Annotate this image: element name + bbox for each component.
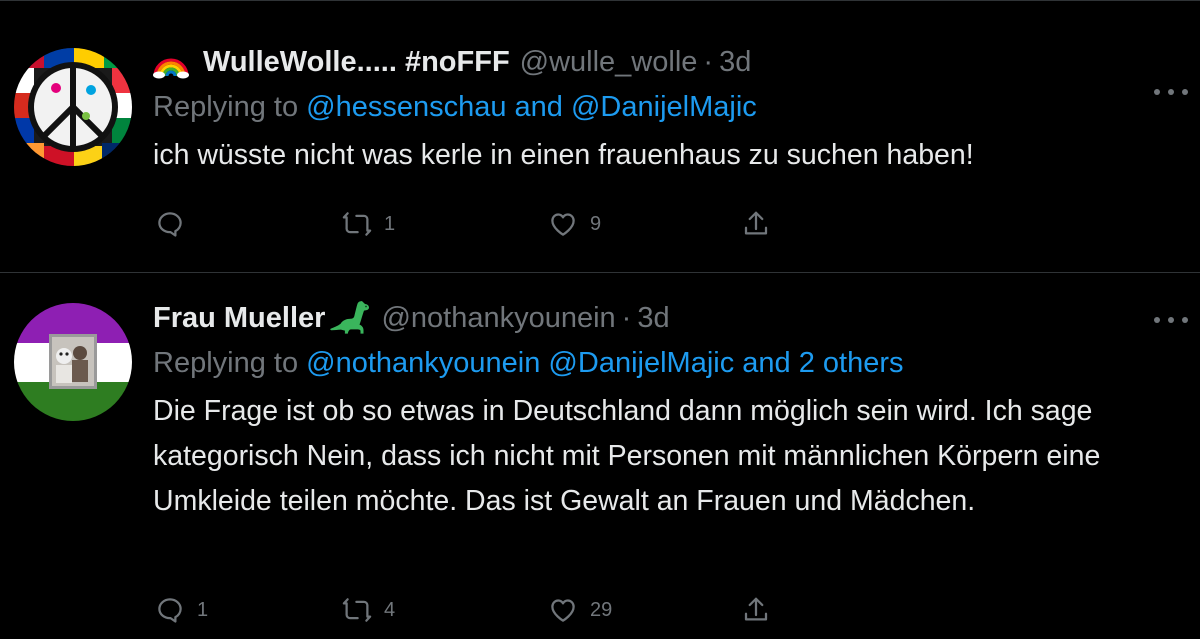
avatar-peace-flags-image	[14, 48, 132, 166]
share-icon	[744, 211, 768, 235]
share-icon	[744, 597, 768, 621]
avatar[interactable]	[14, 303, 132, 421]
tweet-actions: 1 9	[155, 209, 795, 249]
replying-to: Replying to @hessenschau and @DanijelMaj…	[153, 83, 1160, 131]
tweet-actions: 1 4 29	[155, 595, 795, 635]
share-button[interactable]	[741, 595, 771, 625]
replying-prefix: Replying to	[153, 347, 299, 379]
timestamp[interactable]: 3d	[637, 297, 669, 339]
reply-count: 1	[197, 598, 209, 621]
tweet-header: WulleWolle..... #noFFF @wulle_wolle · 3d	[153, 41, 1160, 83]
like-count: 29	[590, 598, 613, 621]
retweet-count: 4	[384, 598, 396, 621]
sauropod-emoji-icon	[330, 301, 370, 334]
replying-mentions-link[interactable]: @nothankyounein @DanijelMajic and 2 othe…	[306, 347, 903, 379]
separator-dot: ·	[703, 46, 714, 78]
tweet-header: Frau Mueller @nothankyounein · 3d	[153, 297, 1160, 339]
like-count: 9	[590, 212, 602, 235]
more-options-icon[interactable]	[1154, 87, 1188, 97]
retweet-button[interactable]: 4	[342, 595, 395, 625]
user-handle[interactable]: @wulle_wolle	[520, 41, 698, 83]
replying-to: Replying to @nothankyounein @DanijelMaji…	[153, 339, 1160, 387]
reply-button[interactable]	[155, 209, 197, 239]
retweet-count: 1	[384, 212, 396, 235]
reply-icon	[158, 598, 182, 623]
retweet-button[interactable]: 1	[342, 209, 395, 239]
replying-mentions-link[interactable]: @hessenschau and @DanijelMajic	[306, 91, 757, 123]
heart-icon	[551, 599, 575, 622]
retweet-icon	[342, 212, 372, 236]
heart-icon	[551, 213, 575, 236]
rainbow-emoji-icon	[153, 58, 189, 79]
tweet[interactable]: Frau Mueller @nothankyounein · 3d Replyi…	[0, 272, 1200, 639]
user-handle[interactable]: @nothankyounein	[381, 297, 615, 339]
like-button[interactable]: 9	[548, 209, 601, 239]
display-name[interactable]: WulleWolle..... #noFFF	[203, 41, 510, 83]
tweet[interactable]: WulleWolle..... #noFFF @wulle_wolle · 3d…	[0, 0, 1200, 273]
reply-icon	[158, 212, 182, 237]
separator-dot: ·	[621, 302, 632, 334]
avatar-tricolor-flag-image	[14, 303, 132, 421]
reply-button[interactable]: 1	[155, 595, 208, 625]
tweet-text: Die Frage ist ob so etwas in Deutschland…	[153, 395, 1101, 517]
timestamp[interactable]: 3d	[719, 41, 751, 83]
tweet-content: WulleWolle..... #noFFF @wulle_wolle · 3d…	[153, 41, 1160, 178]
tweet-content: Frau Mueller @nothankyounein · 3d Replyi…	[153, 297, 1160, 524]
display-name[interactable]: Frau Mueller	[153, 297, 325, 339]
avatar[interactable]	[14, 48, 132, 166]
tweet-text: ich wüsste nicht was kerle in einen frau…	[153, 139, 974, 171]
more-options-icon[interactable]	[1154, 315, 1188, 325]
replying-prefix: Replying to	[153, 91, 299, 123]
like-button[interactable]: 29	[548, 595, 612, 625]
share-button[interactable]	[741, 209, 771, 239]
retweet-icon	[342, 598, 372, 622]
